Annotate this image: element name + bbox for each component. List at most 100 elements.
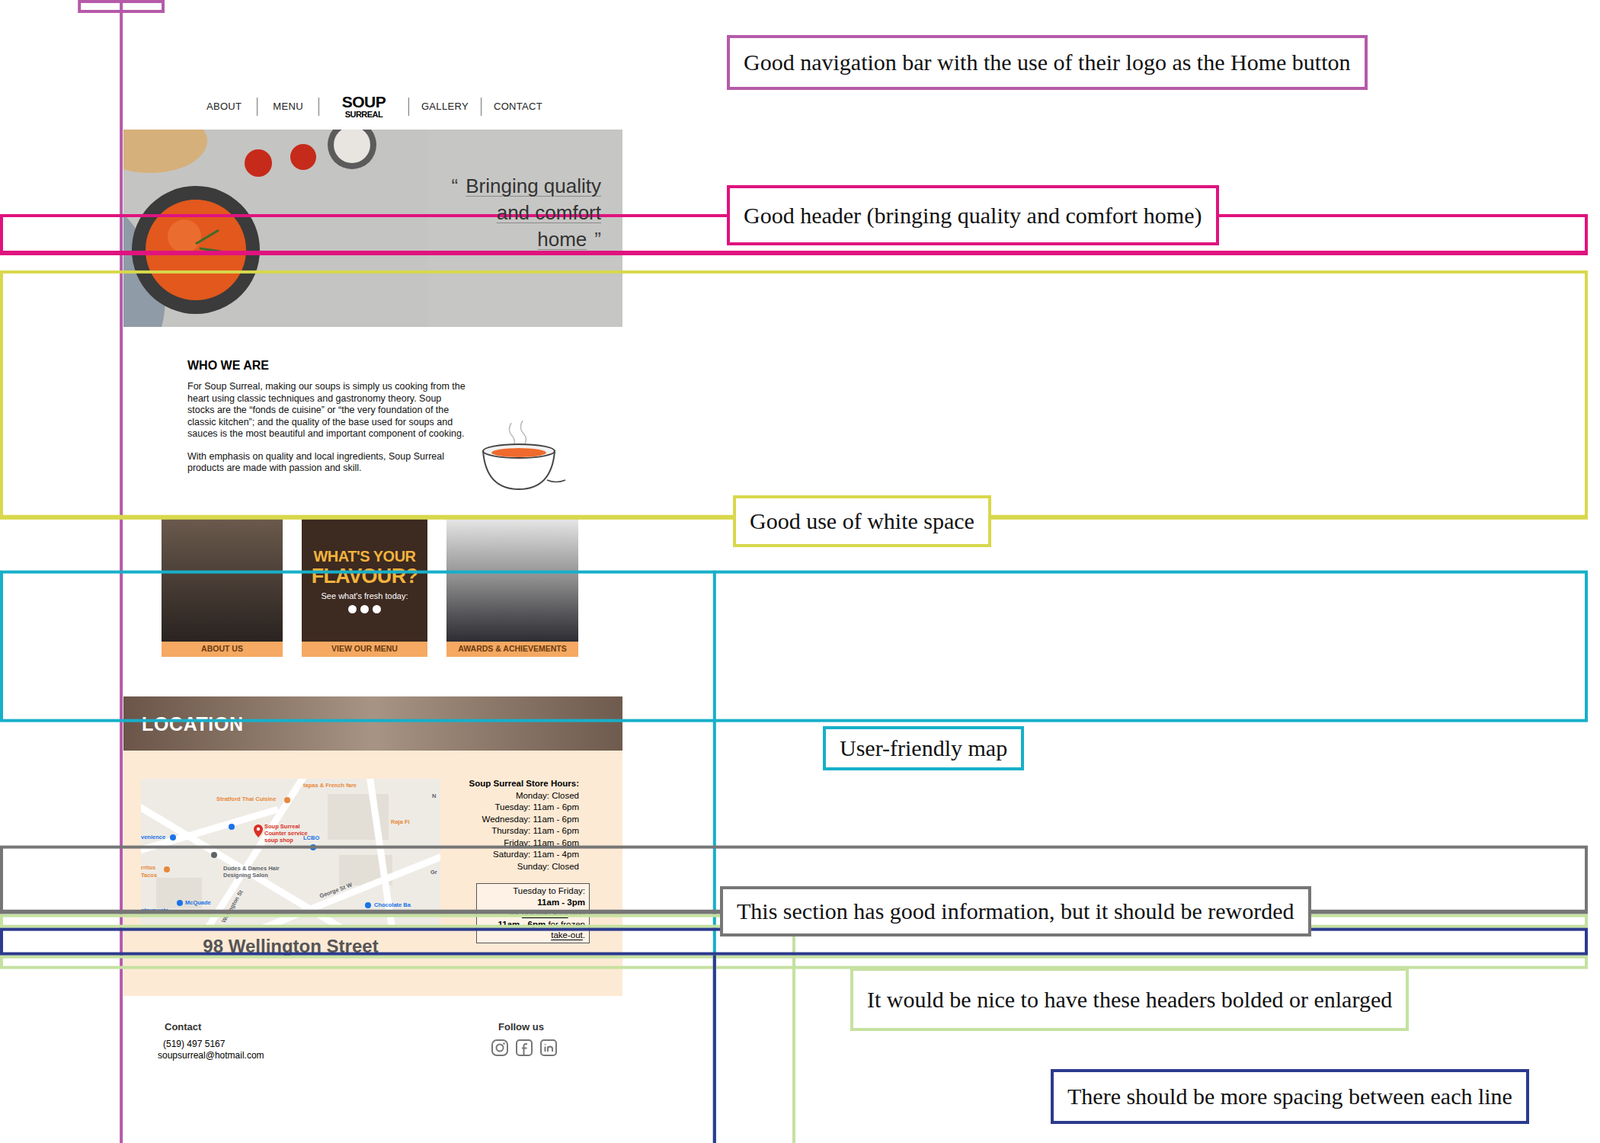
map: tapas & French fareStratford Thai Cuisin…	[140, 778, 441, 928]
facebook-icon[interactable]	[515, 1038, 534, 1057]
quote-line: and comfort	[496, 199, 602, 227]
annotation-box: Good header (bringing quality and comfor…	[726, 185, 1220, 246]
hours-title: Soup Surreal Store Hours:	[469, 777, 580, 791]
card-label: VIEW OUR MENU	[301, 641, 428, 657]
contact-title: Contact	[147, 1018, 218, 1036]
highlight-frame	[1, 572, 1587, 721]
annotation-text: It would be nice to have these headers b…	[867, 985, 1392, 1015]
hero-banner: “Bringing qualityand comforthome ”	[123, 129, 623, 327]
map-label: McQuade	[185, 899, 212, 906]
nav-link[interactable]: ABOUT	[191, 99, 257, 115]
flavour-headline: FLAVOUR?	[311, 564, 419, 588]
soup-photo	[123, 129, 429, 327]
nav-separator	[408, 97, 410, 116]
takeout-segment: Tuesday to Friday:	[512, 886, 586, 896]
hours-column: Soup Surreal Store Hours:Monday: ClosedT…	[460, 771, 594, 996]
connector-line	[0, 570, 715, 1143]
quote-line: “Bringing quality	[451, 172, 602, 200]
social-dot-icon	[372, 604, 381, 614]
annotation-text: This section has good information, but i…	[736, 896, 1295, 926]
linkedin-icon[interactable]	[539, 1038, 558, 1057]
map-embed[interactable]: tapas & French fareStratford Thai Cuisin…	[133, 771, 448, 935]
hours-row: Wednesday: 11am - 6pm	[482, 813, 580, 826]
quote-text: home	[537, 226, 587, 253]
takeout-info: Tuesday to Friday:11am - 3pm for hot take…	[472, 879, 594, 948]
feature-card[interactable]: AWARDS & ACHIEVEMENTS	[446, 518, 579, 657]
quote-line: home ”	[537, 226, 602, 253]
hours-row: Friday: 11am - 6pm	[503, 837, 580, 850]
soup-bowl-icon	[476, 419, 569, 496]
takeout-segment-text: for	[545, 919, 561, 929]
feature-card[interactable]: WHAT'S YOURFLAVOUR?See what's fresh toda…	[301, 518, 428, 657]
map-label: Dudes & Dames Hair	[223, 864, 280, 872]
takeout-segment: for	[508, 908, 522, 918]
annotation-text: User-friendly map	[839, 733, 1008, 763]
map-label: N	[432, 792, 436, 800]
connector-line	[0, 955, 794, 1143]
takeout-line: take-out.	[550, 929, 586, 941]
footer: Contact (519) 497 5167soupsurreal@hotmail…	[123, 1018, 623, 1065]
follow-column: Follow us	[481, 1018, 561, 1057]
nav-separator	[480, 97, 482, 116]
address: 98 Wellington Street	[202, 935, 378, 957]
takeout-segment-text: Tuesday to Friday:	[512, 886, 586, 896]
social-dot-icon	[360, 604, 369, 614]
annotation-box: Good navigation bar with the use of thei…	[726, 35, 1368, 90]
map-label: venience	[140, 833, 166, 841]
about-paragraph: For Soup Surreal, making our soups is si…	[187, 380, 470, 441]
card-photo	[446, 518, 579, 642]
social-dot-icon	[348, 604, 357, 614]
instagram-icon[interactable]	[490, 1038, 509, 1057]
about-title: WHO WE ARE	[187, 358, 470, 374]
website-mockup: ABOUTMENUSOUPSURREAL GALLERYCONTACT “Bring…	[123, 87, 623, 1065]
logo-line: SOUP	[342, 94, 386, 110]
highlight-frame	[79, 1, 164, 12]
highlight-frame	[1, 272, 1587, 519]
feature-card[interactable]: ABOUT US	[161, 518, 283, 657]
quote-mark: ”	[594, 226, 602, 253]
flavour-graphic: WHAT'S YOURFLAVOUR?See what's fresh toda…	[301, 518, 428, 642]
location-section: LOCATIONtapas & French fareStratford Tha…	[123, 696, 623, 996]
takeout-segment-text: for	[508, 908, 522, 918]
hero-quote: “Bringing qualityand comforthome ”	[413, 165, 618, 264]
hours-row: Thursday: 11am - 6pm	[491, 825, 580, 838]
annotation-box: This section has good information, but i…	[720, 886, 1312, 937]
takeout-segment: hot take-out	[521, 908, 569, 918]
annotation-text: Good header (bringing quality and comfor…	[743, 201, 1203, 231]
hours-row: Sunday: Closed	[517, 860, 580, 874]
hours-row: Tuesday: 11am - 6pm	[494, 801, 580, 814]
takeout-line: Tuesday to Friday:	[512, 885, 586, 897]
takeout-segment-text: frozen	[560, 919, 586, 929]
nav-link[interactable]: MENU	[257, 99, 319, 115]
connector-line	[0, 0, 122, 1143]
nav-separator	[318, 97, 320, 116]
logo-home-button[interactable]: SOUPSURREAL	[323, 87, 404, 126]
takeout-segment: 11am - 3pm	[537, 897, 586, 907]
hours-row: Saturday: 11am - 4pm	[492, 848, 580, 861]
map-label: Tacos	[140, 871, 157, 879]
annotation-text: Good use of white space	[749, 506, 975, 536]
phone-number[interactable]: (519) 497 5167	[157, 1038, 281, 1050]
takeout-segment: 11am - 6pm	[498, 919, 547, 929]
follow-title: Follow us	[481, 1018, 561, 1036]
email-address[interactable]: soupsurreal@hotmail.com	[157, 1049, 281, 1062]
annotation-text: There should be more spacing between eac…	[1067, 1081, 1513, 1111]
map-label: Designing Salon	[223, 871, 269, 879]
annotation-box: It would be nice to have these headers b…	[850, 967, 1409, 1031]
nav-separator	[256, 97, 258, 116]
map-label: Chocolate Ba	[374, 901, 411, 909]
map-label: soup shop	[264, 836, 294, 844]
takeout-segment: and	[568, 908, 586, 918]
map-label: Counter service	[264, 829, 308, 837]
social-links	[490, 1038, 558, 1057]
map-label: Soup Surreal	[264, 822, 301, 830]
nav-link[interactable]: CONTACT	[481, 99, 555, 115]
nav-bar: ABOUTMENUSOUPSURREAL GALLERYCONTACT	[123, 87, 623, 126]
takeout-line: 11am - 6pm for frozen	[498, 918, 586, 931]
store-hours: Soup Surreal Store Hours:Monday: ClosedT…	[469, 777, 594, 873]
about-text: WHO WE ARE For Soup Surreal, making our s…	[187, 358, 470, 519]
card-row: ABOUT USWHAT'S YOURFLAVOUR?See what's fr…	[126, 518, 623, 657]
nav-link[interactable]: GALLERY	[409, 99, 481, 115]
about-intro: WHO WE ARE For Soup Surreal, making our s…	[126, 336, 623, 519]
about-section: WHO WE ARE For Soup Surreal, making our s…	[126, 336, 623, 677]
